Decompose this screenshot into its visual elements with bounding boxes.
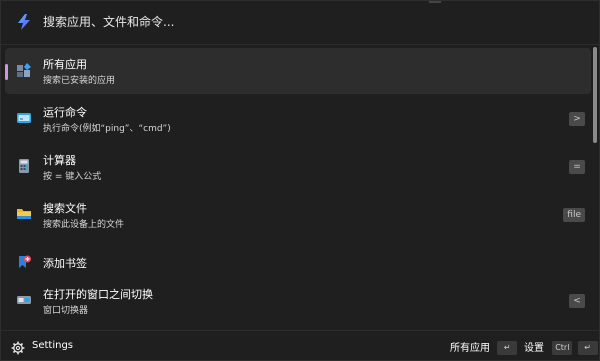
primary-action-button[interactable]: 所有应用 ↵ — [450, 339, 518, 355]
apps-icon — [16, 62, 32, 78]
calculator-icon — [16, 158, 32, 174]
selection-indicator — [5, 64, 8, 80]
result-title: 运行命令 — [43, 106, 87, 119]
result-title: 所有应用 — [43, 58, 87, 71]
shortcut-prefix-badge: file — [563, 208, 585, 222]
secondary-action-button[interactable]: 设置 Ctrl ↵ — [524, 339, 598, 355]
shortcut-prefix-badge: = — [569, 160, 585, 174]
result-item-search-files[interactable]: 搜索文件 搜索此设备上的文件 file — [5, 192, 591, 238]
settings-label: Settings — [32, 340, 74, 351]
result-item-all-apps[interactable]: 所有应用 搜索已安装的应用 — [5, 48, 591, 94]
window-switcher-icon — [16, 292, 32, 308]
results-scrollbar[interactable] — [593, 47, 597, 143]
result-item-calculator[interactable]: 计算器 按 = 键入公式 = — [5, 144, 591, 190]
search-input[interactable] — [43, 12, 543, 32]
shortcut-prefix-badge: < — [569, 294, 585, 308]
shortcut-prefix-badge: > — [569, 112, 585, 126]
result-subtitle: 执行命令(例如“ping”、“cmd”) — [43, 124, 171, 134]
result-subtitle: 窗口切换器 — [43, 306, 89, 316]
result-title: 添加书签 — [43, 257, 87, 270]
lightning-logo-icon — [15, 13, 33, 31]
primary-action-label: 所有应用 — [450, 343, 490, 354]
bookmark-add-icon — [16, 254, 32, 270]
gear-icon — [11, 340, 25, 355]
ctrl-key-hint: Ctrl — [552, 341, 573, 355]
results-list: 所有应用 搜索已安装的应用 运行命令 执行命令(例如“ping”、“cmd”) … — [1, 45, 591, 323]
secondary-action-label: 设置 — [524, 343, 544, 354]
result-subtitle: 搜索已安装的应用 — [43, 76, 116, 86]
enter-key-hint: ↵ — [497, 341, 518, 355]
result-subtitle: 按 = 键入公式 — [43, 172, 102, 182]
terminal-icon — [16, 110, 32, 126]
search-bar — [1, 1, 599, 43]
enter-key-hint: ↵ — [577, 341, 598, 355]
command-palette-window: 所有应用 搜索已安装的应用 运行命令 执行命令(例如“ping”、“cmd”) … — [0, 0, 600, 361]
folder-icon — [16, 206, 32, 222]
result-title: 在打开的窗口之间切换 — [43, 288, 153, 301]
result-item-run-command[interactable]: 运行命令 执行命令(例如“ping”、“cmd”) > — [5, 96, 591, 142]
result-title: 计算器 — [43, 154, 76, 167]
result-item-window-switcher[interactable]: 在打开的窗口之间切换 窗口切换器 < — [5, 278, 591, 323]
window-edge-marker — [429, 1, 441, 3]
footer-bar: Settings 所有应用 ↵ 设置 Ctrl ↵ — [1, 331, 599, 361]
result-title: 搜索文件 — [43, 202, 87, 215]
result-subtitle: 搜索此设备上的文件 — [43, 220, 125, 230]
